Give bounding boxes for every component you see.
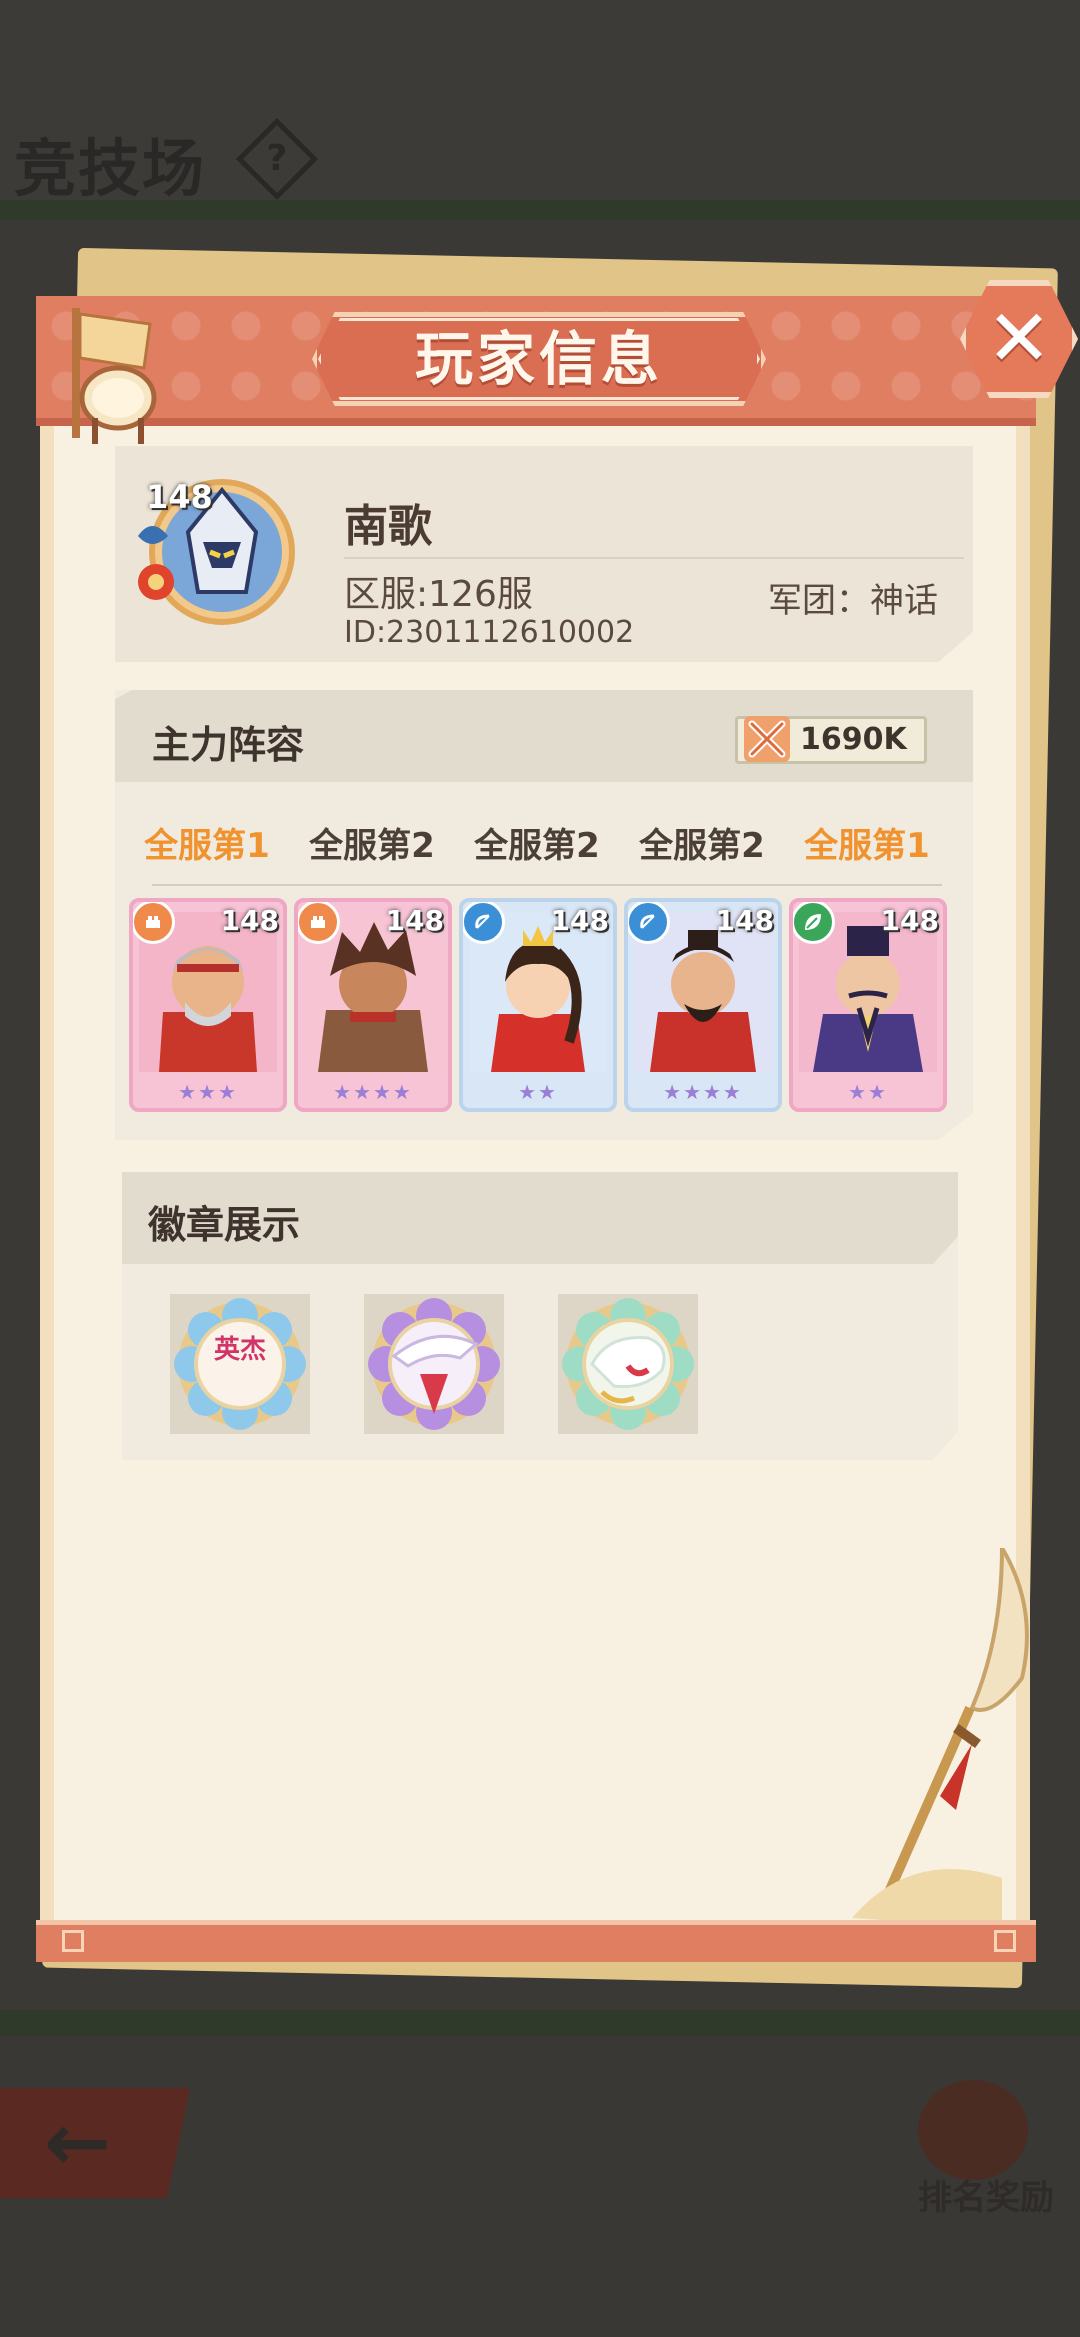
- close-icon: ✕: [986, 294, 1052, 384]
- bow-icon: [463, 902, 505, 944]
- background-divider-bottom: [0, 2010, 1080, 2036]
- player-divider: [344, 557, 964, 559]
- player-server: 区服:126服: [344, 574, 533, 615]
- background-divider: [0, 200, 1080, 220]
- hero-medal-icon: 英杰: [174, 1298, 306, 1430]
- hero-stars: ★★★: [178, 1080, 238, 1104]
- glaive-decoration-icon: [852, 1548, 1029, 1928]
- badge-slot-1[interactable]: 英杰: [170, 1294, 310, 1434]
- player-name: 南歌: [344, 501, 432, 552]
- badge-slot-3[interactable]: [558, 1294, 698, 1434]
- badge-slot-2[interactable]: [364, 1294, 504, 1434]
- hero-rank-5: 全服第1: [804, 826, 930, 866]
- power-value: 1690K: [800, 722, 907, 757]
- hero-stars: ★★: [848, 1080, 888, 1104]
- hero-level: 148: [385, 904, 444, 937]
- hero-card-3[interactable]: 148 ★★: [459, 898, 617, 1112]
- hero-stars: ★★★★: [333, 1080, 413, 1104]
- hero-level: 148: [715, 904, 774, 937]
- badge-title: 徽章展示: [148, 1203, 301, 1247]
- fist-icon: [298, 902, 340, 944]
- footer-ornament-right: [994, 1930, 1016, 1952]
- fist-icon: [133, 902, 175, 944]
- drum-icon: [72, 308, 157, 444]
- hero-level: 148: [220, 904, 279, 937]
- back-arrow-icon: ←: [44, 2096, 112, 2189]
- back-button[interactable]: ←: [0, 2088, 190, 2198]
- hero-stars: ★★: [518, 1080, 558, 1104]
- dragon-medal-icon: [368, 1298, 500, 1430]
- screen-title: 竞技场: [14, 132, 207, 205]
- hero-card-1[interactable]: 148 ★★★: [129, 898, 287, 1112]
- hero-rank-1: 全服第1: [144, 826, 270, 866]
- hero-rank-2: 全服第2: [309, 826, 435, 866]
- badge-text: 英杰: [214, 1335, 266, 1365]
- hero-card-4[interactable]: 148 ★★★★: [624, 898, 782, 1112]
- hero-card-5[interactable]: 148 ★★: [789, 898, 947, 1112]
- crossed-swords-icon: [744, 716, 790, 762]
- hero-rank-3: 全服第2: [474, 826, 600, 866]
- dialog-footer: [36, 1920, 1036, 1962]
- leaf-icon: [793, 902, 835, 944]
- dialog-title: 玩家信息: [414, 325, 663, 393]
- rank-divider: [152, 884, 942, 886]
- player-guild: 军团：神话: [768, 581, 938, 621]
- hero-card-2[interactable]: 148 ★★★★: [294, 898, 452, 1112]
- player-id: ID:2301112610002: [344, 615, 635, 650]
- footer-ornament-left: [62, 1930, 84, 1952]
- reward-label[interactable]: 排名奖励: [918, 2170, 1054, 2219]
- tiger-medal-icon: [562, 1298, 694, 1430]
- hero-level: 148: [550, 904, 609, 937]
- player-level: 148: [146, 478, 213, 516]
- help-icon: ?: [266, 138, 288, 179]
- hero-stars: ★★★★: [663, 1080, 743, 1104]
- reward-bag-icon[interactable]: [918, 2080, 1028, 2180]
- hero-level: 148: [880, 904, 939, 937]
- bow-icon: [628, 902, 670, 944]
- hero-rank-4: 全服第2: [639, 826, 765, 866]
- main-team-title: 主力阵容: [152, 723, 305, 767]
